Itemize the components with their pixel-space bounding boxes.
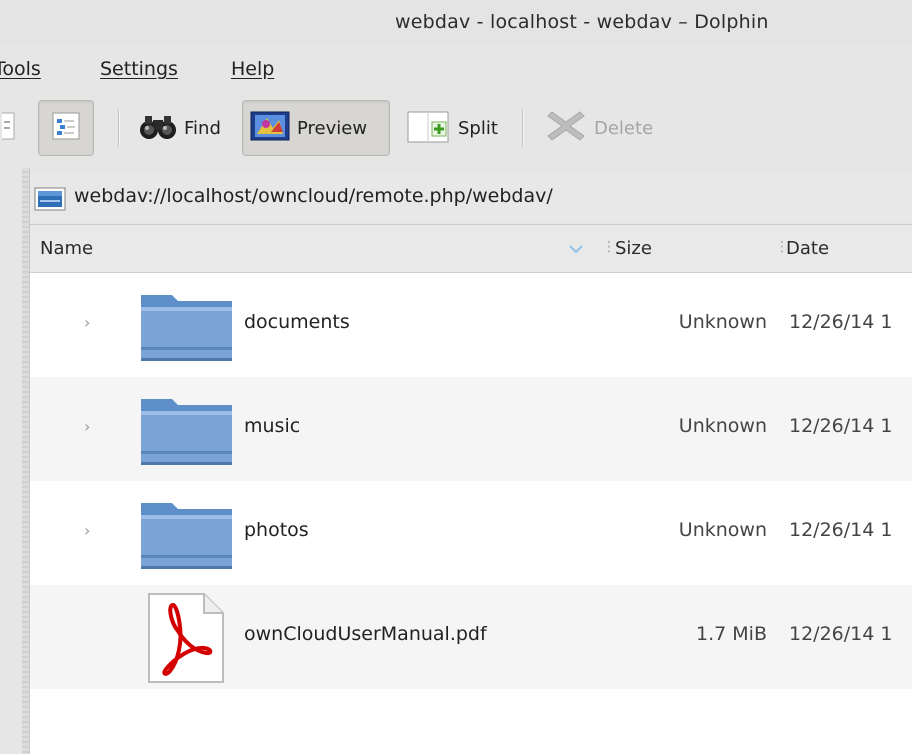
- menu-settings-label: Settings: [100, 58, 178, 80]
- file-date: 12/26/14 1: [789, 519, 893, 541]
- details-view-button[interactable]: [38, 100, 94, 156]
- preview-button[interactable]: Preview: [242, 100, 390, 156]
- toolbar-separator: [522, 110, 524, 146]
- network-folder-icon: [34, 186, 68, 216]
- file-row[interactable]: ownCloudUserManual.pdf 1.7 MiB 12/26/14 …: [30, 585, 912, 689]
- pdf-icon: [146, 591, 226, 685]
- file-name: ownCloudUserManual.pdf: [244, 623, 487, 645]
- split-button[interactable]: Split: [400, 100, 504, 156]
- file-view: Name ⋮ Size ⋮ Date › documents Unknown 1…: [30, 224, 912, 754]
- file-name: photos: [244, 519, 309, 541]
- location-url[interactable]: webdav://localhost/owncloud/remote.php/w…: [74, 185, 553, 207]
- file-size: 1.7 MiB: [696, 623, 767, 645]
- menu-tools[interactable]: Tools: [0, 58, 41, 80]
- menu-settings[interactable]: Settings: [100, 58, 178, 80]
- file-size: Unknown: [678, 519, 767, 541]
- main-toolbar: Find Preview Split Delete: [0, 96, 912, 162]
- menu-help[interactable]: Help: [231, 58, 274, 80]
- preview-icon: [249, 110, 291, 147]
- location-bar[interactable]: webdav://localhost/owncloud/remote.php/w…: [30, 174, 912, 222]
- menu-bar: Tools Settings Help: [0, 50, 912, 90]
- delete-button[interactable]: Delete: [538, 100, 659, 156]
- folder-icon: [138, 391, 234, 469]
- sort-descending-icon: [568, 240, 584, 259]
- delete-label: Delete: [594, 117, 654, 139]
- details-view-icon: [51, 111, 81, 146]
- file-size: Unknown: [678, 311, 767, 333]
- folder-icon: [138, 495, 234, 573]
- window-title: webdav - localhost - webdav – Dolphin: [395, 11, 769, 33]
- icons-view-icon: [0, 111, 16, 146]
- expand-arrow-icon[interactable]: ›: [84, 521, 90, 540]
- file-size: Unknown: [678, 415, 767, 437]
- expand-arrow-icon[interactable]: ›: [84, 313, 90, 332]
- delete-icon: [544, 108, 588, 149]
- menu-help-label: Help: [231, 58, 275, 80]
- file-date: 12/26/14 1: [789, 415, 893, 437]
- column-resize-handle[interactable]: ⋮: [602, 239, 616, 255]
- binoculars-icon: [138, 111, 178, 146]
- split-label: Split: [458, 117, 498, 139]
- column-name[interactable]: Name: [40, 238, 93, 259]
- icons-view-button[interactable]: [0, 100, 16, 156]
- panel-splitter-handle[interactable]: [22, 168, 30, 754]
- file-date: 12/26/14 1: [789, 623, 893, 645]
- file-row[interactable]: › photos Unknown 12/26/14 1: [30, 481, 912, 585]
- file-name: music: [244, 415, 301, 437]
- find-button[interactable]: Find: [132, 100, 227, 156]
- title-bar: webdav - localhost - webdav – Dolphin: [0, 0, 912, 46]
- file-name: documents: [244, 311, 350, 333]
- file-date: 12/26/14 1: [789, 311, 893, 333]
- split-view-icon: [406, 108, 452, 149]
- file-row[interactable]: › music Unknown 12/26/14 1: [30, 377, 912, 481]
- folder-icon: [138, 287, 234, 365]
- file-row[interactable]: › documents Unknown 12/26/14 1: [30, 273, 912, 377]
- column-header: Name ⋮ Size ⋮ Date: [30, 225, 912, 273]
- menu-tools-label: Tools: [0, 58, 41, 80]
- toolbar-separator: [118, 110, 120, 146]
- column-size[interactable]: Size: [615, 238, 652, 259]
- find-label: Find: [184, 117, 221, 139]
- preview-label: Preview: [297, 117, 368, 139]
- expand-arrow-icon[interactable]: ›: [84, 417, 90, 436]
- column-date[interactable]: Date: [786, 238, 829, 259]
